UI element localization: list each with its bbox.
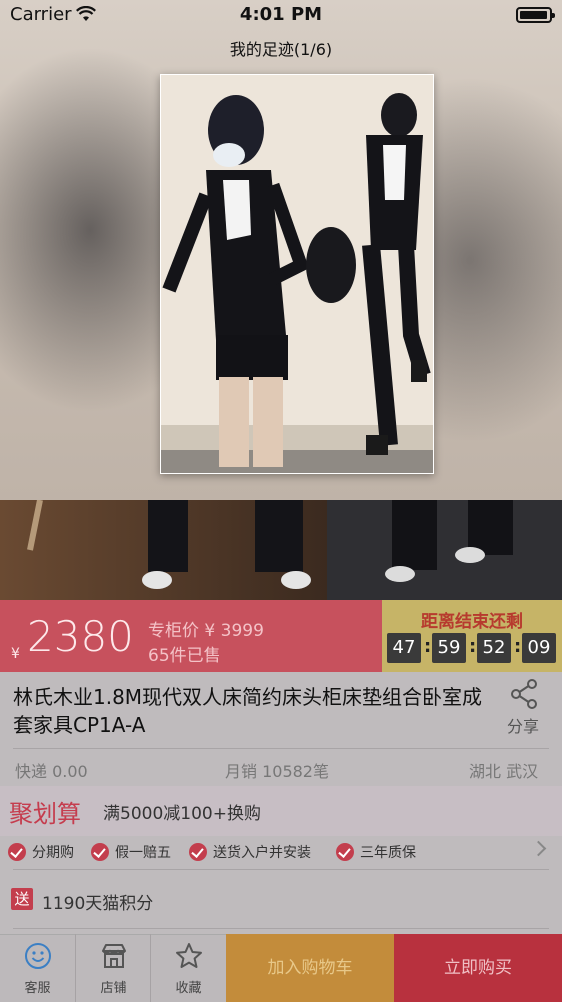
customer-service-button[interactable]: 客服 [0,934,75,1002]
product-image[interactable] [160,74,434,474]
promo-text: 满5000减100+换购 [103,804,261,824]
service-badge-guarantee: 假一赔五 [91,842,171,862]
badge-label: 假一赔五 [115,845,171,861]
tab-label: 客服 [24,981,51,996]
check-icon [189,843,207,861]
tab-label: 店铺 [100,981,127,996]
countdown-hours: 59 [432,633,466,663]
countdown-seconds: 09 [522,633,556,663]
check-icon [8,843,26,861]
check-icon [336,843,354,861]
divider [13,748,549,749]
service-badge-warranty: 三年质保 [336,842,416,862]
badge-label: 分期购 [32,845,74,861]
countdown-separator: : [424,636,432,657]
countdown-label: 距离结束还剩 [421,612,523,632]
current-price: 2380 [27,612,134,661]
countdown-separator: : [469,636,477,657]
buy-now-button[interactable]: 立即购买 [394,934,562,1002]
check-icon [91,843,109,861]
divider [13,928,549,929]
store-icon [102,944,126,968]
share-icon[interactable] [508,678,542,710]
clock: 4:01 PM [239,4,323,25]
product-photo-strip[interactable] [0,500,562,600]
sold-count: 65件已售 [148,646,221,666]
countdown-minutes: 52 [477,633,511,663]
gift-tag: 送 [11,888,33,910]
countdown-days: 47 [387,633,421,663]
badge-label: 三年质保 [360,845,416,861]
divider [13,869,549,870]
service-badge-delivery: 送货入户并安装 [189,842,311,862]
countdown-separator: : [514,636,522,657]
tmall-points: 1190天猫积分 [42,894,154,914]
battery-icon [516,7,555,23]
star-icon [176,943,202,968]
promo-band[interactable] [0,786,562,836]
smiley-icon [25,943,51,969]
currency-symbol: ¥ [11,646,20,662]
shop-button[interactable]: 店铺 [76,934,151,1002]
monthly-sales: 月销 10582笔 [225,762,329,781]
service-badge-installment: 分期购 [8,842,74,862]
share-button-label[interactable]: 分享 [507,713,539,737]
product-photo-illustration [161,75,433,473]
ship-from-location: 湖北 武汉 [469,762,539,781]
counter-price: 专柜价 ¥ 3999 [148,621,264,641]
page-title: 我的足迹(1/6) [229,40,333,59]
favorite-button[interactable]: 收藏 [151,934,226,1002]
status-bar: Carrier 4:01 PM [0,0,562,32]
photo-strip-illustration [0,500,562,600]
juhuasuan-logo: 聚划算 [9,800,81,828]
tab-label: 收藏 [175,981,202,996]
add-to-cart-button[interactable]: 加入购物车 [226,934,394,1002]
badge-label: 送货入户并安装 [213,845,311,861]
product-name: 林氏木业1.8M现代双人床简约床头柜床垫组合卧室成套家具CP1A-A [13,685,483,737]
shipping-fee: 快递 0.00 [15,762,88,781]
